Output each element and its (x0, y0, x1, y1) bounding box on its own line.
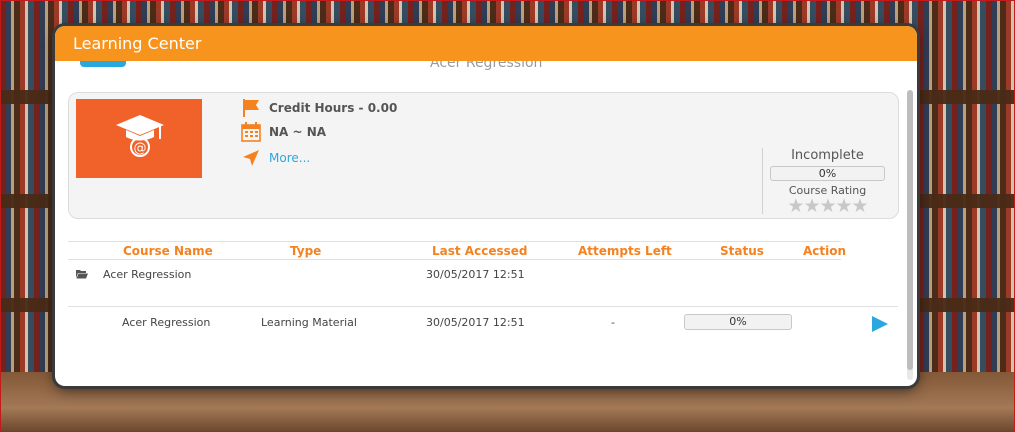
dates-row: NA ~ NA (241, 122, 326, 142)
vertical-scrollbar[interactable] (907, 90, 913, 380)
play-icon[interactable] (871, 315, 889, 333)
dates-text: NA ~ NA (269, 125, 327, 139)
learning-center-modal: Learning Center Acer Regression @ Credit… (55, 26, 917, 386)
item-type: Learning Material (261, 316, 357, 329)
header-action: Action (803, 244, 847, 258)
course-table: Course Name Type Last Accessed Attempts … (68, 241, 899, 347)
header-attempts-left: Attempts Left (578, 244, 672, 258)
svg-text:@: @ (134, 141, 147, 156)
navigation-arrow-icon (243, 150, 259, 166)
star-rating[interactable]: ★★★★★ (763, 197, 892, 216)
header-course-name: Course Name (123, 244, 213, 258)
table-row-item[interactable]: Acer Regression Learning Material 30/05/… (68, 307, 899, 347)
credit-hours-text: Credit Hours - 0.00 (269, 101, 398, 115)
flag-icon (243, 99, 259, 117)
more-link[interactable]: More... (269, 151, 310, 165)
scrolled-course-title: Acer Regression (430, 61, 543, 71)
course-progress-bar: 0% (770, 166, 885, 181)
header-type: Type (290, 244, 322, 258)
folder-last-accessed: 30/05/2017 12:51 (426, 268, 525, 281)
table-header: Course Name Type Last Accessed Attempts … (68, 241, 846, 260)
calendar-icon (241, 122, 261, 142)
folder-icon (76, 270, 88, 279)
folder-course-name[interactable]: Acer Regression (103, 268, 191, 281)
course-info-card: @ Credit Hours - 0.00 NA ~ NA More... In… (68, 92, 899, 219)
scrolled-header-strip: Acer Regression (55, 61, 917, 75)
item-last-accessed: 30/05/2017 12:51 (426, 316, 525, 329)
course-status-panel: Incomplete 0% Course Rating ★★★★★ (762, 148, 892, 216)
header-last-accessed: Last Accessed (432, 244, 528, 258)
graduation-cap-icon: @ (116, 115, 164, 157)
credit-hours-row: Credit Hours - 0.00 (241, 98, 397, 118)
modal-title: Learning Center (55, 26, 917, 61)
item-status-progress: 0% (684, 314, 792, 330)
table-row-folder[interactable]: Acer Regression 30/05/2017 12:51 (68, 260, 898, 307)
more-row: More... (241, 148, 310, 168)
course-thumbnail: @ (76, 99, 202, 178)
scrolled-tab[interactable] (80, 61, 126, 67)
status-text: Incomplete (791, 148, 864, 163)
header-status: Status (720, 244, 764, 258)
item-course-name[interactable]: Acer Regression (122, 316, 210, 329)
scrollbar-thumb[interactable] (907, 90, 913, 370)
item-attempts-left: - (611, 316, 615, 329)
